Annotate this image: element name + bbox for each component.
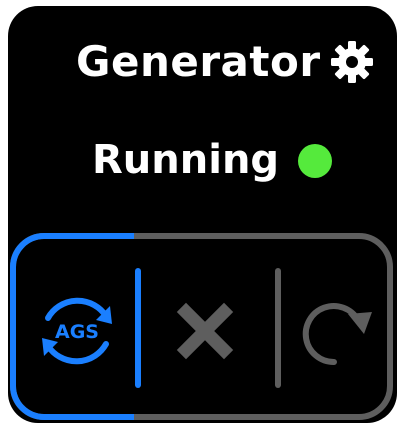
restart-icon: [302, 303, 372, 366]
stop-x-icon: [176, 302, 234, 360]
divider: [135, 268, 141, 388]
stop-button[interactable]: [158, 276, 258, 386]
page-title: Generator: [76, 37, 321, 86]
gear-icon[interactable]: [330, 40, 374, 84]
restart-button[interactable]: [288, 276, 388, 386]
active-segment-edge: [108, 233, 134, 239]
ags-cycle-icon: AGS: [42, 297, 112, 365]
status-text: Running: [92, 137, 280, 183]
status-indicator: [298, 144, 332, 178]
ags-label: AGS: [55, 321, 99, 343]
generator-panel: Generator Running AGS: [8, 6, 397, 423]
ags-button[interactable]: AGS: [26, 276, 126, 386]
divider: [275, 268, 281, 388]
